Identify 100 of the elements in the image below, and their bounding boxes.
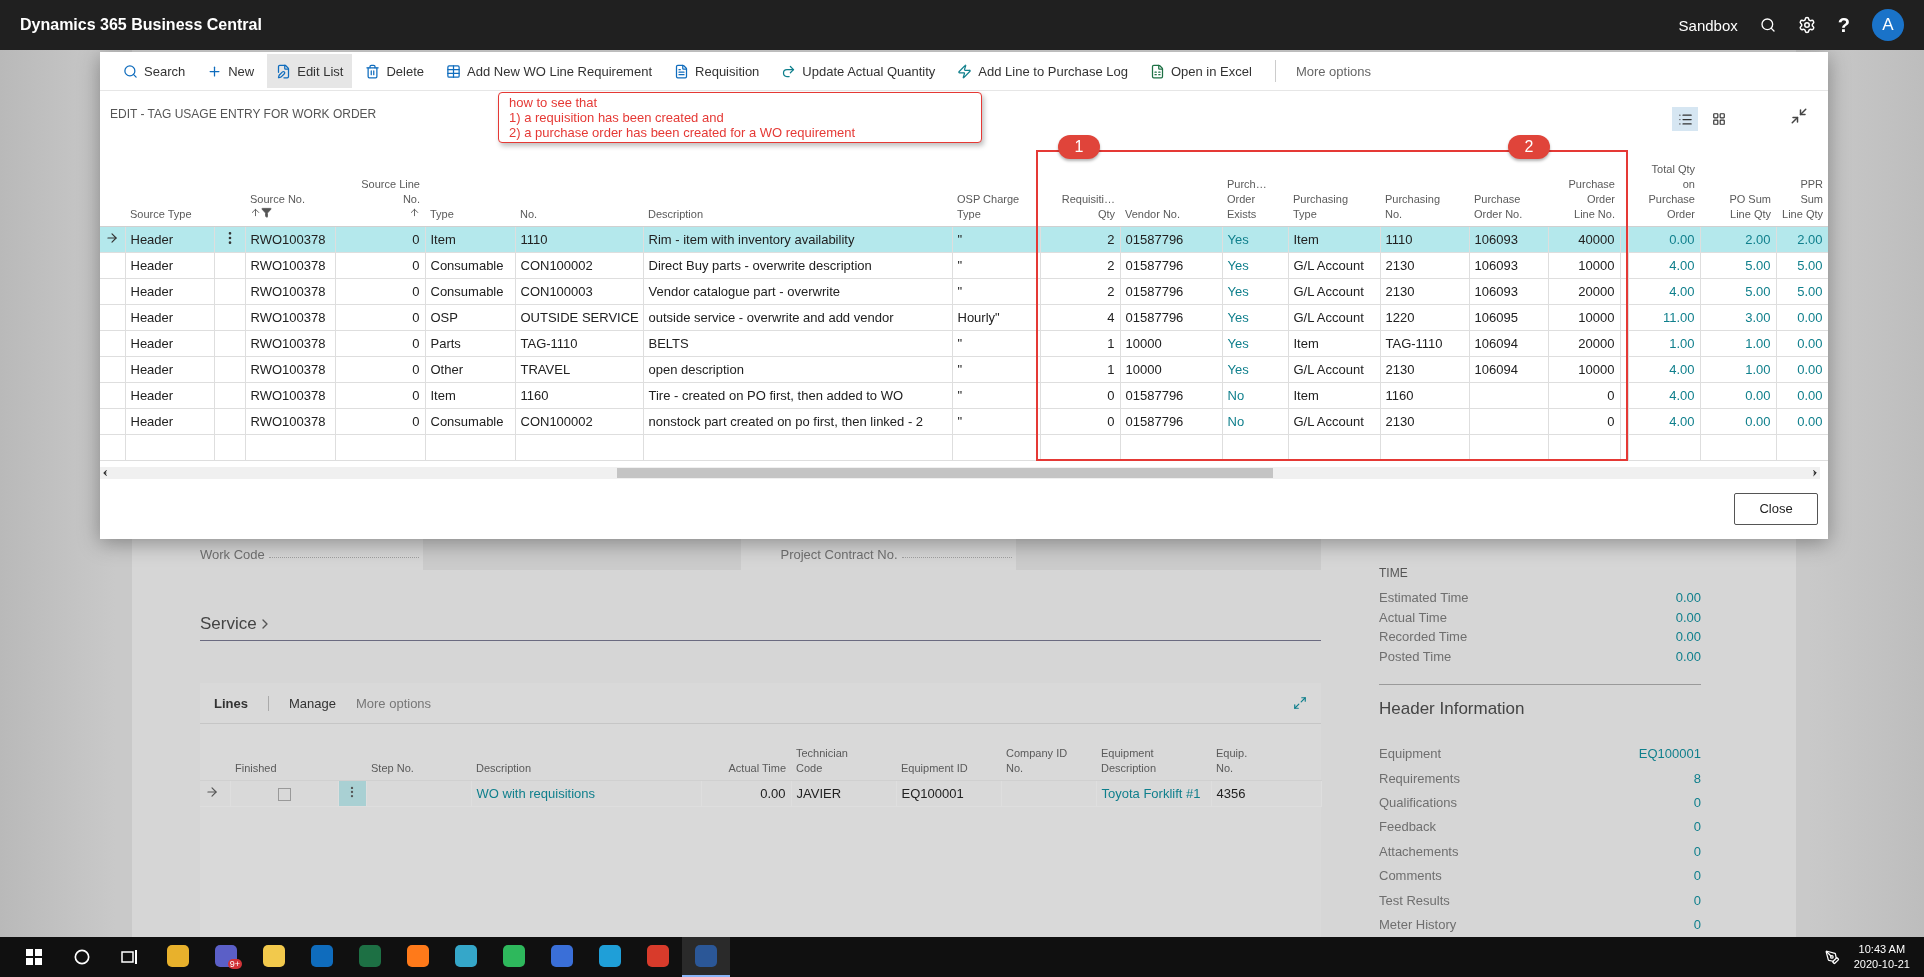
column-header[interactable]: Equip. No. — [1211, 724, 1321, 780]
link-cell[interactable]: 0.00 — [1628, 226, 1700, 252]
factbox-value[interactable]: 0.00 — [1675, 590, 1701, 606]
link-cell[interactable]: 5.00 — [1700, 252, 1776, 278]
list-view-button[interactable] — [1672, 107, 1698, 131]
factbox-value[interactable]: 0.00 — [1675, 609, 1701, 625]
factbox-value[interactable]: 0 — [1693, 795, 1701, 810]
link-cell[interactable]: 4.00 — [1628, 382, 1700, 408]
collapse-button[interactable] — [1790, 107, 1808, 125]
column-header[interactable]: Purchasing No. — [1380, 156, 1469, 226]
column-header[interactable]: Purchase Order Line No. — [1548, 156, 1620, 226]
link-cell[interactable]: No — [1222, 408, 1288, 434]
link-cell[interactable]: 1.00 — [1628, 330, 1700, 356]
link-cell[interactable]: WO with requisitions — [471, 780, 701, 806]
search-icon[interactable] — [1759, 17, 1776, 33]
column-header[interactable]: Description — [643, 156, 952, 226]
factbox-value[interactable]: EQ100001 — [1638, 746, 1701, 762]
toolbar-button[interactable]: Edit List — [267, 54, 353, 88]
settings-icon[interactable] — [1797, 16, 1816, 34]
table-row[interactable]: WO with requisitions 0.00 JAVIER EQ100001 Toyota Forklift #1 4356 — [200, 780, 1321, 806]
taskbar-app[interactable] — [682, 937, 730, 977]
input-field[interactable] — [422, 538, 741, 570]
link-cell[interactable]: 3.00 — [1700, 304, 1776, 330]
menu-action[interactable]: Manage — [288, 695, 336, 711]
table-row[interactable]: Header RWO100378 0 Other TRAVEL open description " 1 10000 Yes G/L Account 2130 106094 10000 4.00 1.00 0.00 — [100, 356, 1828, 382]
toolbar-button[interactable]: Add New WO Line Requirement — [437, 54, 662, 88]
table-row[interactable]: Header RWO100378 0 Item 1160 Tire - created on PO first, then added to WO " 0 01587796 No Item 1160 0 4.00 0.00 0.00 — [100, 382, 1828, 408]
help-button[interactable]: ? — [1837, 13, 1850, 37]
column-header[interactable]: Equipment ID — [896, 724, 1001, 780]
column-header[interactable]: Source Line No. — [335, 156, 425, 226]
link-cell[interactable]: 1.00 — [1700, 330, 1776, 356]
link-cell[interactable]: 4.00 — [1628, 278, 1700, 304]
link-cell[interactable]: 0.00 — [1700, 382, 1776, 408]
factbox-value[interactable]: 0.00 — [1675, 649, 1701, 664]
user-avatar[interactable]: A — [1872, 9, 1904, 41]
link-cell[interactable]: 0.00 — [1776, 330, 1828, 356]
factbox-value[interactable]: 0 — [1693, 917, 1701, 933]
column-header[interactable]: Step No. — [366, 724, 471, 780]
column-header[interactable]: Purchasing Type — [1288, 156, 1380, 226]
link-cell[interactable]: 5.00 — [1776, 278, 1828, 304]
link-cell[interactable]: Yes — [1222, 226, 1288, 252]
clock[interactable]: 10:43 AM 2020-10-21 — [1839, 942, 1924, 972]
link-cell[interactable]: Yes — [1222, 304, 1288, 330]
link-cell[interactable]: 4.00 — [1628, 252, 1700, 278]
toolbar-button[interactable]: Requisition — [665, 54, 769, 88]
link-cell[interactable]: 4.00 — [1628, 408, 1700, 434]
link-cell[interactable]: Yes — [1222, 356, 1288, 382]
link-cell[interactable]: 5.00 — [1776, 252, 1828, 278]
link-cell[interactable]: 2.00 — [1700, 226, 1776, 252]
link-cell[interactable]: Yes — [1222, 252, 1288, 278]
column-header[interactable]: Technician Code — [791, 724, 896, 780]
table-row[interactable]: Header RWO100378 0 Parts TAG-1110 BELTS " 1 10000 Yes Item TAG-1110 106094 20000 1.00 1.00 0.00 — [100, 330, 1828, 356]
table-row[interactable]: Header RWO100378 0 Item 1110 Rim - item with inventory availability " 2 01587796 Yes Item 1110 106093 40000 0.00 2.00 2.00 — [100, 226, 1828, 252]
toolbar-button[interactable]: New — [198, 54, 264, 88]
column-header[interactable]: Purch… Order Exists — [1222, 156, 1288, 226]
horizontal-scrollbar[interactable] — [100, 466, 1820, 479]
toolbar-button[interactable]: Add Line to Purchase Log — [948, 54, 1137, 88]
link-cell[interactable]: 2.00 — [1776, 226, 1828, 252]
more-options-button[interactable]: More options — [1289, 62, 1378, 80]
toolbar-button[interactable]: Delete — [356, 54, 434, 88]
section-title[interactable]: Service — [200, 614, 257, 634]
column-header[interactable]: Type — [425, 156, 515, 226]
column-header[interactable]: No. — [515, 156, 643, 226]
link-cell[interactable]: 0.00 — [1776, 304, 1828, 330]
column-header[interactable]: Equipment Description — [1096, 724, 1211, 780]
factbox-value[interactable]: 0 — [1693, 868, 1701, 884]
taskbar-app[interactable]: 9+ — [202, 937, 250, 977]
table-row[interactable]: Header RWO100378 0 OSP OUTSIDE SERVICE outside service - overwrite and add vendor Hourly" 4 01587796 Yes G/L Account 1220 106095 10000 11.00 3.00 0.00 — [100, 304, 1828, 330]
scroll-right-icon[interactable] — [1810, 467, 1820, 478]
link-cell[interactable]: 1.00 — [1700, 356, 1776, 382]
table-row[interactable]: Header RWO100378 0 Consumable CON100003 Vendor catalogue part - overwrite " 2 01587796 Yes G/L Account 2130 106093 20000 4.00 5.00 5.00 — [100, 278, 1828, 304]
column-header[interactable]: PPR Sum Line Qty — [1776, 156, 1828, 226]
link-cell[interactable]: 11.00 — [1628, 304, 1700, 330]
column-header[interactable]: PO Sum Line Qty — [1700, 156, 1776, 226]
toolbar-button[interactable]: Open in Excel — [1140, 54, 1261, 88]
factbox-value[interactable]: 0 — [1693, 892, 1701, 908]
column-header[interactable]: Company ID No. — [1001, 724, 1096, 780]
toolbar-button[interactable]: Update Actual Quantity — [772, 54, 945, 88]
column-header[interactable]: Source No. — [245, 156, 335, 226]
factbox-value[interactable]: 0.00 — [1675, 629, 1701, 645]
column-header[interactable]: OSP Charge Type — [952, 156, 1040, 226]
more-options[interactable]: More options — [355, 695, 432, 711]
checkbox[interactable] — [277, 787, 291, 801]
link-cell[interactable]: No — [1222, 382, 1288, 408]
expand-icon[interactable] — [1293, 696, 1307, 710]
link-cell[interactable]: Toyota Forklift #1 — [1096, 780, 1211, 806]
table-row[interactable]: Header RWO100378 0 Consumable CON100002 Direct Buy parts - overwrite description " 2 01587796 Yes G/L Account 2130 106093 10000 4.00 5.00 5.00 — [100, 252, 1828, 278]
scroll-left-icon[interactable] — [100, 467, 110, 478]
column-header[interactable]: Actual Time — [701, 724, 791, 780]
link-cell[interactable]: 0.00 — [1776, 356, 1828, 382]
link-cell[interactable]: 0.00 — [1776, 408, 1828, 434]
link-cell[interactable]: 0.00 — [1776, 382, 1828, 408]
link-cell[interactable]: Yes — [1222, 278, 1288, 304]
link-cell[interactable]: Yes — [1222, 330, 1288, 356]
close-button[interactable]: Close — [1734, 492, 1818, 525]
pen-icon[interactable] — [1824, 949, 1840, 965]
factbox-value[interactable]: 0 — [1693, 819, 1701, 835]
column-header[interactable]: Finished — [230, 724, 338, 780]
column-header[interactable]: Description — [471, 724, 701, 780]
factbox-value[interactable]: 0 — [1693, 843, 1701, 859]
